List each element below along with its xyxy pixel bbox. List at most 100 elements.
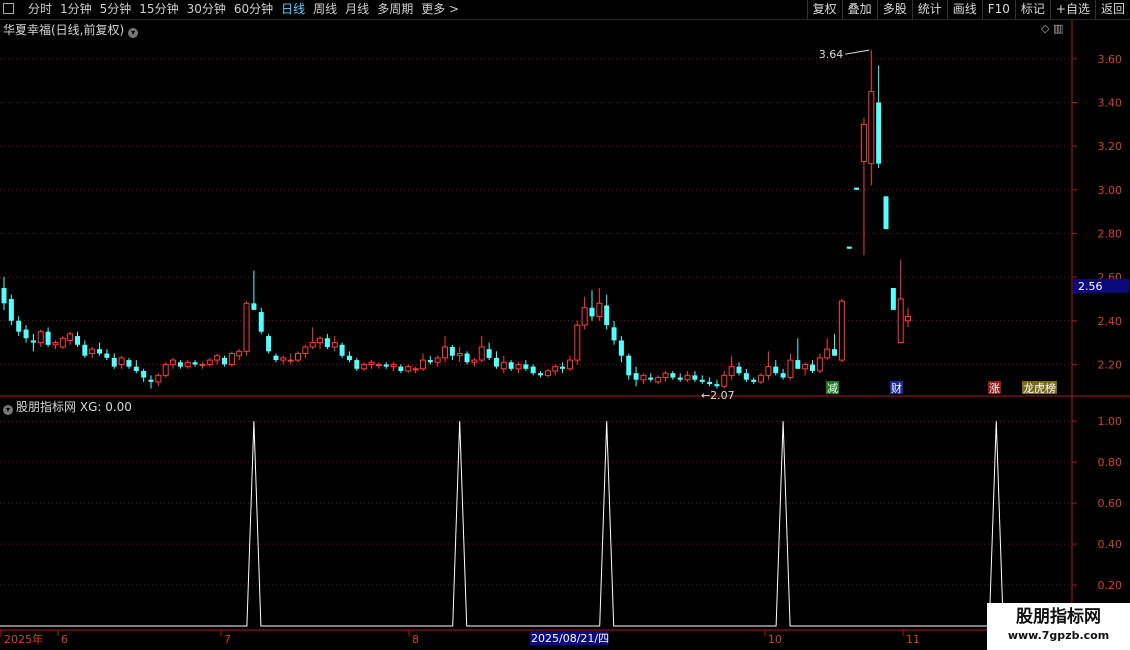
candle-body xyxy=(854,187,860,190)
date-label-2: 7 xyxy=(224,633,231,646)
candle-body xyxy=(412,368,419,371)
candle-body xyxy=(258,312,264,332)
candle-body xyxy=(868,91,875,165)
candle-body xyxy=(199,363,206,366)
candle-body xyxy=(670,373,676,378)
candle-body xyxy=(677,377,683,380)
indicator-tick-label: 0.60 xyxy=(1098,497,1123,510)
date-label-6: 11 xyxy=(906,633,920,646)
candle-body xyxy=(662,372,669,379)
candle-body xyxy=(405,366,412,372)
candle-body xyxy=(684,374,691,381)
diamond-icon[interactable]: ◇ xyxy=(1041,22,1049,35)
candle-body xyxy=(714,384,720,387)
candle-body xyxy=(773,366,779,374)
candle-body xyxy=(162,363,169,376)
candle-body xyxy=(398,366,404,371)
candle-body xyxy=(214,355,221,361)
candle-body xyxy=(515,363,522,370)
candle-body xyxy=(266,336,272,352)
layout-icon[interactable]: ▥ xyxy=(1053,22,1063,35)
candle-body xyxy=(574,324,581,361)
candle-body xyxy=(699,379,705,382)
candle-body xyxy=(324,338,330,347)
candle-body xyxy=(508,362,514,369)
candle-body xyxy=(126,360,132,367)
candle-body xyxy=(16,320,22,332)
indicator-tick-label: 0.80 xyxy=(1098,456,1123,469)
candle-body xyxy=(780,373,786,378)
candle-body xyxy=(8,298,14,321)
price-panel-title: 华夏幸福(日线,前复权) ▾ xyxy=(3,21,139,38)
candle-body xyxy=(456,353,463,357)
candle-body xyxy=(471,359,478,363)
candle-body xyxy=(228,353,235,365)
date-label-1: 6 xyxy=(61,633,68,646)
watermark: 股朋指标网 www.7gpzb.com xyxy=(987,603,1130,650)
candle-body xyxy=(890,288,896,310)
dropdown-icon[interactable]: ▾ xyxy=(3,405,13,415)
candle-body xyxy=(37,331,44,344)
indicator-tick-label: 0.40 xyxy=(1098,538,1123,551)
candle-body xyxy=(97,349,103,354)
candle-body xyxy=(309,342,316,348)
indicator-tick-label: 0.20 xyxy=(1098,579,1123,592)
candle-body xyxy=(346,355,352,361)
candle-body xyxy=(59,337,66,348)
indicator-value: XG: 0.00 xyxy=(79,400,132,414)
candle-body xyxy=(736,366,742,374)
kline-chart[interactable]: 2.202.402.602.803.003.203.403.600.200.40… xyxy=(0,0,1130,650)
candle-body xyxy=(419,359,426,370)
candle-body xyxy=(640,374,647,381)
dropdown-icon[interactable]: ▾ xyxy=(128,28,139,38)
candle-body xyxy=(478,346,485,361)
candle-body xyxy=(611,327,617,341)
event-tag-2: 涨 xyxy=(989,382,1000,395)
date-label-3: 8 xyxy=(412,633,419,646)
price-tick-label: 3.20 xyxy=(1098,140,1123,153)
candle-body xyxy=(170,359,177,365)
candle-body xyxy=(648,377,654,380)
candle-body xyxy=(118,357,125,365)
candle-body xyxy=(1,288,7,304)
candle-body xyxy=(751,379,757,382)
candle-body xyxy=(155,374,162,383)
candle-body xyxy=(493,357,499,367)
candle-body xyxy=(375,363,382,366)
event-tag-0: 减 xyxy=(827,382,838,395)
watermark-url: www.7gpzb.com xyxy=(1007,629,1110,642)
candle-body xyxy=(707,381,713,385)
candle-body xyxy=(184,361,191,368)
indicator-tick-label: 1.00 xyxy=(1098,415,1123,428)
candle-body xyxy=(765,366,772,376)
candle-body xyxy=(302,346,309,355)
candle-body xyxy=(728,366,735,376)
candle-body xyxy=(133,366,139,371)
candle-body xyxy=(560,366,566,369)
candle-body xyxy=(758,374,765,383)
candle-body xyxy=(795,360,801,369)
candle-body xyxy=(295,353,301,361)
candle-body xyxy=(618,340,624,356)
candle-body xyxy=(354,360,360,369)
candle-body xyxy=(273,355,279,361)
price-tick-label: 3.60 xyxy=(1098,53,1123,66)
candle-body xyxy=(287,359,294,362)
candle-body xyxy=(243,302,250,352)
candle-body xyxy=(52,342,59,346)
candle-body xyxy=(897,298,904,344)
candle-body xyxy=(816,357,823,372)
candle-body xyxy=(192,362,198,365)
candle-body xyxy=(361,363,368,370)
candle-body xyxy=(30,340,36,343)
candle-body xyxy=(846,246,852,249)
current-price-label: 2.56 xyxy=(1078,280,1103,293)
candle-body xyxy=(824,348,831,359)
candle-body xyxy=(544,370,551,376)
candle-body xyxy=(802,363,809,370)
candle-body xyxy=(905,315,912,322)
candle-body xyxy=(89,348,96,355)
date-label-0: 2025年 xyxy=(4,632,43,646)
candle-body xyxy=(368,361,375,365)
candle-body xyxy=(141,370,147,378)
